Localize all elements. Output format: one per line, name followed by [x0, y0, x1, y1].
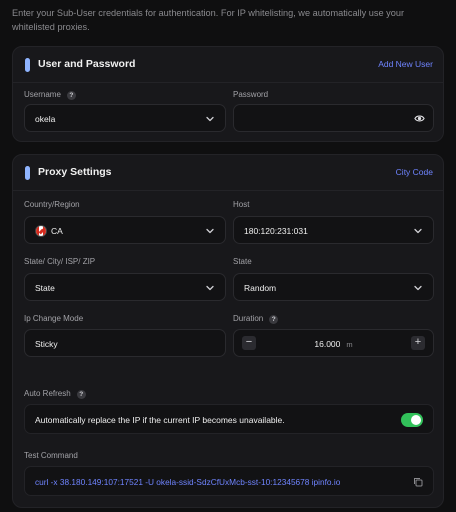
password-field[interactable] [233, 104, 434, 132]
auto-refresh-row: Automatically replace the IP if the curr… [24, 404, 434, 434]
test-command-box: curl -x 38.180.149:107:17521 -U okela-ss… [24, 466, 434, 496]
host-label: Host [233, 200, 250, 209]
state-value: Random [244, 283, 277, 293]
test-command-label: Test Command [24, 451, 78, 460]
auto-refresh-label-text: Auto Refresh [24, 389, 71, 398]
proxy-settings-card: Proxy Settings City Code Country/Region … [12, 154, 444, 508]
state-city-select[interactable]: State [24, 273, 226, 301]
help-icon[interactable]: ? [66, 91, 76, 100]
duration-label-text: Duration [233, 314, 264, 323]
help-icon[interactable]: ? [76, 390, 86, 399]
user-password-header: User and Password Add New User [13, 47, 443, 83]
username-label-text: Username [24, 90, 61, 99]
host-select[interactable]: 180:120:231:031 [233, 216, 434, 244]
toggle-knob [411, 415, 421, 425]
state-label: State [233, 257, 252, 266]
intro-text: Enter your Sub-User credentials for auth… [12, 8, 405, 32]
state-city-label: State/ City/ ISP/ ZIP [24, 257, 96, 266]
ip-change-input[interactable]: Sticky [24, 329, 226, 357]
copy-icon[interactable] [413, 477, 423, 487]
state-city-value: State [35, 283, 55, 293]
duration-stepper[interactable]: − 16.000 m + [233, 329, 434, 357]
section-accent-bar [25, 58, 30, 72]
plus-icon[interactable]: + [411, 336, 425, 350]
country-select[interactable]: CA [24, 216, 226, 244]
ip-change-value: Sticky [35, 339, 58, 349]
chevron-down-icon [205, 283, 215, 293]
state-select[interactable]: Random [233, 273, 434, 301]
chevron-down-icon [413, 283, 423, 293]
duration-unit: m [346, 340, 353, 349]
section-accent-bar [25, 166, 30, 180]
auto-refresh-label: Auto Refresh? [24, 389, 86, 399]
username-label: Username? [24, 90, 76, 100]
ip-change-label: Ip Change Mode [24, 314, 84, 323]
password-label: Password [233, 90, 269, 99]
chevron-down-icon [205, 226, 215, 236]
proxy-settings-title: Proxy Settings [38, 166, 112, 178]
auto-refresh-toggle[interactable] [401, 413, 423, 427]
country-label: Country/Region [24, 200, 80, 209]
city-code-link[interactable]: City Code [396, 167, 433, 177]
ca-flag-icon [35, 225, 47, 237]
host-value: 180:120:231:031 [244, 226, 308, 236]
proxy-settings-header: Proxy Settings City Code [13, 155, 443, 191]
help-icon[interactable]: ? [269, 315, 279, 324]
auto-refresh-text: Automatically replace the IP if the curr… [35, 415, 285, 425]
duration-value: 16.000 [314, 339, 341, 349]
username-select[interactable]: okela [24, 104, 226, 132]
duration-label: Duration? [233, 314, 279, 324]
username-value: okela [35, 114, 56, 124]
country-value: CA [51, 226, 63, 236]
chevron-down-icon [413, 226, 423, 236]
test-command-text[interactable]: curl -x 38.180.149:107:17521 -U okela-ss… [35, 477, 340, 487]
user-password-card: User and Password Add New User Username?… [12, 46, 444, 142]
eye-icon[interactable] [414, 113, 425, 124]
user-password-title: User and Password [38, 58, 136, 70]
duration-value-wrap: 16.000 m [234, 339, 433, 349]
chevron-down-icon [205, 114, 215, 124]
add-new-user-link[interactable]: Add New User [378, 59, 433, 69]
